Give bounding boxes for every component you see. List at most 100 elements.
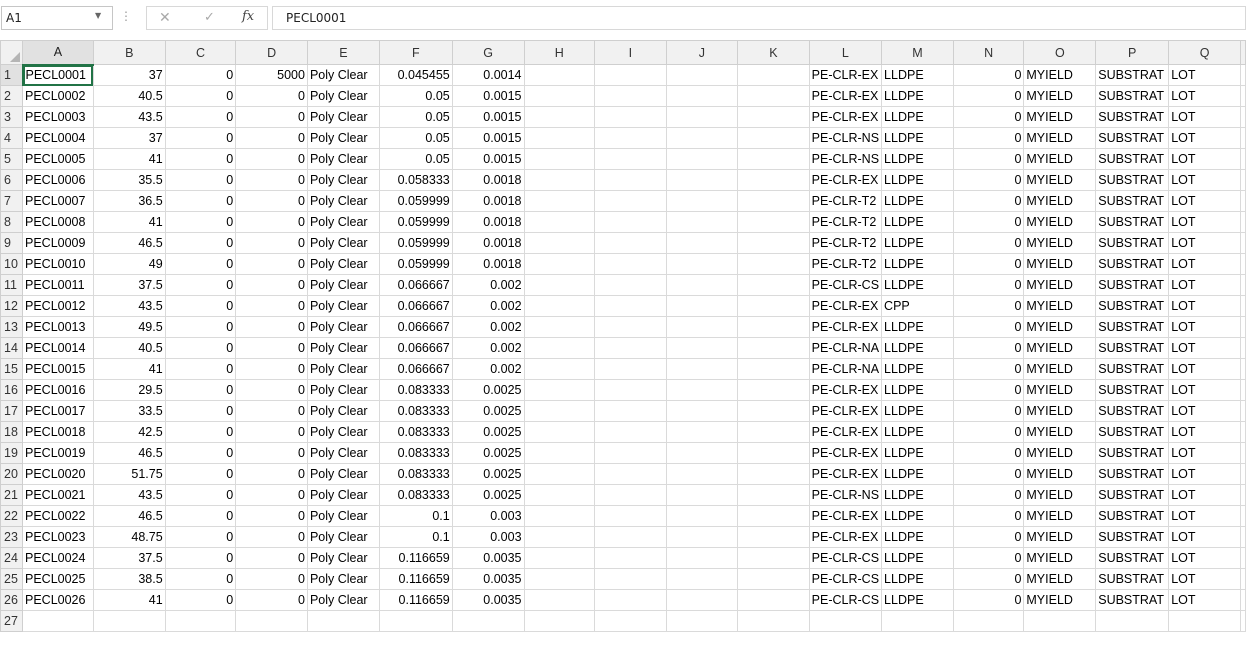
cell-m5[interactable]: LLDPE (881, 148, 954, 170)
cell-h2[interactable] (523, 85, 596, 107)
cell-i4[interactable] (594, 127, 667, 149)
cell-b4[interactable]: 37 (92, 127, 166, 149)
cell-b5[interactable]: 41 (92, 148, 166, 170)
cell-g14[interactable]: 0.002 (451, 337, 525, 359)
cell-empty[interactable] (952, 610, 1025, 632)
cell-o26[interactable]: MYIELD (1023, 589, 1097, 611)
cell-d5[interactable]: 0 (235, 148, 308, 170)
cell-o19[interactable]: MYIELD (1023, 442, 1097, 464)
cell-k10[interactable] (737, 253, 810, 275)
cell-q18[interactable]: LOT (1168, 421, 1241, 443)
cell-e19[interactable]: Poly Clear (306, 442, 380, 464)
cell-d17[interactable]: 0 (235, 400, 308, 422)
cell-overflow[interactable] (1240, 379, 1246, 401)
cell-q5[interactable]: LOT (1168, 148, 1241, 170)
cell-d8[interactable]: 0 (235, 211, 308, 233)
formula-input[interactable]: PECL0001 (272, 6, 1246, 30)
cell-m1[interactable]: LLDPE (881, 64, 954, 86)
cell-g22[interactable]: 0.003 (451, 505, 525, 527)
cell-q8[interactable]: LOT (1168, 211, 1241, 233)
cell-o12[interactable]: MYIELD (1023, 295, 1097, 317)
cell-o25[interactable]: MYIELD (1023, 568, 1097, 590)
row-header[interactable]: 10 (0, 253, 23, 275)
cell-c2[interactable]: 0 (164, 85, 237, 107)
row-header[interactable]: 2 (0, 85, 23, 107)
cell-k8[interactable] (737, 211, 810, 233)
row-header[interactable]: 16 (0, 379, 23, 401)
cell-f25[interactable]: 0.116659 (378, 568, 453, 590)
row-header[interactable]: 14 (0, 337, 23, 359)
cell-n7[interactable]: 0 (952, 190, 1025, 212)
cell-k11[interactable] (737, 274, 810, 296)
cell-overflow[interactable] (1240, 127, 1246, 149)
cell-i14[interactable] (594, 337, 667, 359)
cell-c16[interactable]: 0 (164, 379, 237, 401)
column-header-b[interactable]: B (92, 40, 166, 65)
cell-i25[interactable] (594, 568, 667, 590)
cell-e2[interactable]: Poly Clear (306, 85, 380, 107)
cell-d25[interactable]: 0 (235, 568, 308, 590)
cell-j7[interactable] (665, 190, 739, 212)
cell-empty[interactable] (164, 610, 237, 632)
cell-i18[interactable] (594, 421, 667, 443)
cell-n6[interactable]: 0 (952, 169, 1025, 191)
cell-m24[interactable]: LLDPE (881, 547, 954, 569)
cell-e26[interactable]: Poly Clear (306, 589, 380, 611)
cell-d6[interactable]: 0 (235, 169, 308, 191)
cell-a8[interactable]: PECL0008 (22, 211, 94, 233)
cell-m11[interactable]: LLDPE (881, 274, 954, 296)
cell-o20[interactable]: MYIELD (1023, 463, 1097, 485)
cell-g2[interactable]: 0.0015 (451, 85, 525, 107)
cell-b3[interactable]: 43.5 (92, 106, 166, 128)
cell-l24[interactable]: PE-CLR-CS (808, 547, 883, 569)
cell-o15[interactable]: MYIELD (1023, 358, 1097, 380)
cell-b25[interactable]: 38.5 (92, 568, 166, 590)
row-header[interactable]: 22 (0, 505, 23, 527)
cell-j15[interactable] (665, 358, 739, 380)
cell-m14[interactable]: LLDPE (881, 337, 954, 359)
cell-i17[interactable] (594, 400, 667, 422)
cell-o22[interactable]: MYIELD (1023, 505, 1097, 527)
cell-k3[interactable] (737, 106, 810, 128)
cell-q17[interactable]: LOT (1168, 400, 1241, 422)
cell-b24[interactable]: 37.5 (92, 547, 166, 569)
cell-b10[interactable]: 49 (92, 253, 166, 275)
cell-d3[interactable]: 0 (235, 106, 308, 128)
cell-q11[interactable]: LOT (1168, 274, 1241, 296)
cell-h23[interactable] (523, 526, 596, 548)
cell-q10[interactable]: LOT (1168, 253, 1241, 275)
cell-f21[interactable]: 0.083333 (378, 484, 453, 506)
cell-o11[interactable]: MYIELD (1023, 274, 1097, 296)
row-header[interactable]: 4 (0, 127, 23, 149)
cell-q26[interactable]: LOT (1168, 589, 1241, 611)
cell-o14[interactable]: MYIELD (1023, 337, 1097, 359)
cell-m22[interactable]: LLDPE (881, 505, 954, 527)
column-header-n[interactable]: N (952, 40, 1025, 65)
cell-k21[interactable] (737, 484, 810, 506)
cell-e12[interactable]: Poly Clear (306, 295, 380, 317)
cell-q2[interactable]: LOT (1168, 85, 1241, 107)
cell-c22[interactable]: 0 (164, 505, 237, 527)
cell-p10[interactable]: SUBSTRAT (1095, 253, 1170, 275)
cell-a15[interactable]: PECL0015 (22, 358, 94, 380)
cell-i22[interactable] (594, 505, 667, 527)
cell-b9[interactable]: 46.5 (92, 232, 166, 254)
cell-c15[interactable]: 0 (164, 358, 237, 380)
cell-o2[interactable]: MYIELD (1023, 85, 1097, 107)
cell-b17[interactable]: 33.5 (92, 400, 166, 422)
cell-k25[interactable] (737, 568, 810, 590)
cell-n24[interactable]: 0 (952, 547, 1025, 569)
cell-a3[interactable]: PECL0003 (22, 106, 94, 128)
cell-l17[interactable]: PE-CLR-EX (808, 400, 883, 422)
cell-d21[interactable]: 0 (235, 484, 308, 506)
cell-j16[interactable] (665, 379, 739, 401)
cell-c24[interactable]: 0 (164, 547, 237, 569)
column-header-j[interactable]: J (665, 40, 739, 65)
cell-b23[interactable]: 48.75 (92, 526, 166, 548)
cell-n9[interactable]: 0 (952, 232, 1025, 254)
cell-overflow[interactable] (1240, 211, 1246, 233)
cell-g13[interactable]: 0.002 (451, 316, 525, 338)
cell-n19[interactable]: 0 (952, 442, 1025, 464)
row-header[interactable]: 13 (0, 316, 23, 338)
cell-g10[interactable]: 0.0018 (451, 253, 525, 275)
